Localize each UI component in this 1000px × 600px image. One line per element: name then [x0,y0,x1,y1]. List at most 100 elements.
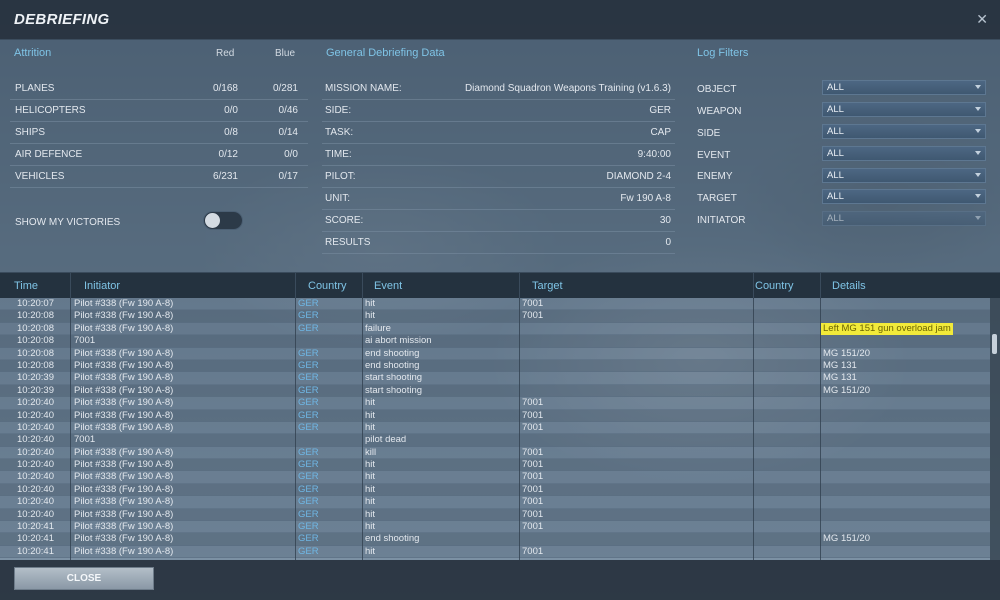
attrition-blue-header: Blue [275,48,296,59]
log-row[interactable]: 10:20:39 Pilot #338 (Fw 190 A-8) GER start … [0,384,990,398]
general-label: PILOT: [325,171,356,182]
log-row[interactable]: 10:20:40 Pilot #338 (Fw 190 A-8) GER hit 700… [0,471,990,484]
log-cell-initiator: Pilot #338 (Fw 190 A-8) [74,533,174,545]
column-header-target-country[interactable]: Country [755,280,794,292]
general-value: 9:40:00 [637,149,671,160]
filter-select-side[interactable]: ALL [822,124,986,139]
general-value: GER [649,105,671,116]
log-cell-time: 10:20:41 [17,533,54,545]
log-cell-details: MG 131 [823,359,857,371]
column-header-country[interactable]: Country [308,280,347,292]
log-row[interactable]: 10:20:40 Pilot #338 (Fw 190 A-8) GER hit 700… [0,409,990,422]
log-row[interactable]: 10:20:08 Pilot #338 (Fw 190 A-8) GER end sh… [0,347,990,360]
log-cell-details: MG 151/20 [823,347,870,359]
log-row[interactable]: 10:20:40 Pilot #338 (Fw 190 A-8) GER hit 700… [0,397,990,410]
column-header-time[interactable]: Time [14,280,38,292]
attrition-blue-value: 0/17 [278,171,298,182]
general-heading: General Debriefing Data [326,47,445,59]
attrition-blue-value: 0/46 [278,105,298,116]
filter-label-enemy: ENEMY [697,171,733,182]
log-cell-target: 7001 [522,446,544,458]
log-row[interactable]: 10:20:40 7001 pilot dead [0,434,990,447]
column-divider [70,273,71,299]
filter-select-enemy[interactable]: ALL [822,168,986,183]
log-cell-time: 10:20:08 [17,310,54,322]
filter-select-event[interactable]: ALL [822,146,986,161]
filter-label-weapon: WEAPON [697,106,742,117]
log-cell-target: 7001 [522,409,544,421]
column-header-initiator[interactable]: Initiator [84,280,120,292]
column-divider [820,273,821,299]
log-cell-country: GER [298,545,319,557]
log-cell-initiator: Pilot #338 (Fw 190 A-8) [74,384,174,396]
log-cell-initiator: Pilot #338 (Fw 190 A-8) [74,459,174,471]
log-cell-country: GER [298,471,319,483]
title-bar: DEBRIEFING ✕ [0,0,1000,40]
log-row[interactable]: 10:20:40 Pilot #338 (Fw 190 A-8) GER hit 700… [0,421,990,435]
close-icon[interactable]: ✕ [976,11,988,28]
chevron-down-icon [975,216,981,220]
log-row[interactable]: 10:20:39 Pilot #338 (Fw 190 A-8) GER start … [0,372,990,385]
log-cell-country: GER [298,508,319,520]
general-row-task: TASK: CAP [322,122,675,144]
log-cell-time: 10:20:39 [17,372,54,384]
column-header-details[interactable]: Details [832,280,866,292]
log-cell-target: 7001 [522,521,544,533]
log-row[interactable]: 10:20:41 Pilot #338 (Fw 190 A-8) GER hit 700… [0,545,990,559]
log-cell-event: start shooting [365,372,423,384]
log-cell-initiator: 7001 [74,335,96,347]
log-cell-target: 7001 [522,421,544,433]
show-victories-toggle[interactable] [203,211,243,230]
log-table-body[interactable]: 10:20:07 Pilot #338 (Fw 190 A-8) GER hit 700… [0,298,990,560]
filter-value: ALL [827,148,844,159]
log-cell-initiator: Pilot #338 (Fw 190 A-8) [74,421,174,433]
column-divider [295,298,296,560]
general-row-pilot: PILOT: DIAMOND 2-4 [322,166,675,188]
log-scrollbar[interactable] [990,298,1000,560]
log-cell-target: 7001 [522,483,544,495]
column-divider [362,298,363,560]
log-cell-target: 7001 [522,298,544,309]
log-row[interactable]: 10:20:07 Pilot #338 (Fw 190 A-8) GER hit 700… [0,298,990,311]
general-label: SIDE: [325,105,352,116]
attrition-label: SHIPS [15,127,46,138]
log-cell-event: hit [365,471,376,483]
log-cell-event: hit [365,421,376,433]
filter-select-initiator[interactable]: ALL [822,211,986,226]
log-row[interactable]: 10:20:41 Pilot #338 (Fw 190 A-8) GER end sh… [0,533,990,546]
log-row[interactable]: 10:20:40 Pilot #338 (Fw 190 A-8) GER hit 700… [0,496,990,509]
log-cell-time: 10:20:40 [17,483,54,495]
log-cell-country: GER [298,483,319,495]
log-cell-country: GER [298,409,319,421]
log-row[interactable]: 10:20:41 Pilot #338 (Fw 190 A-8) GER hit 700… [0,521,990,534]
filter-select-target[interactable]: ALL [822,189,986,204]
filter-label-event: EVENT [697,150,731,161]
log-row[interactable]: 10:20:08 Pilot #338 (Fw 190 A-8) GER hit 700… [0,310,990,323]
log-cell-time: 10:20:40 [17,397,54,409]
close-button[interactable]: CLOSE [14,567,154,590]
log-row[interactable]: 10:20:08 7001 ai abort mission [0,335,990,348]
log-cell-details: MG 151/20 [823,533,870,545]
log-row[interactable]: 10:20:40 Pilot #338 (Fw 190 A-8) GER kill 70… [0,446,990,460]
log-cell-time: 10:20:40 [17,409,54,421]
column-header-target[interactable]: Target [532,280,563,292]
log-row[interactable]: 10:20:40 Pilot #338 (Fw 190 A-8) GER hit 700… [0,508,990,522]
scrollbar-thumb[interactable] [992,334,997,354]
log-row[interactable]: 10:20:40 Pilot #338 (Fw 190 A-8) GER hit 700… [0,483,990,497]
log-row[interactable]: 10:20:08 Pilot #338 (Fw 190 A-8) GER end sh… [0,359,990,373]
column-divider [753,273,754,299]
filter-label-target: TARGET [697,193,737,204]
log-cell-country: GER [298,421,319,433]
column-header-event[interactable]: Event [374,280,402,292]
filter-label-initiator: INITIATOR [697,215,746,226]
column-divider [519,273,520,299]
filter-select-weapon[interactable]: ALL [822,102,986,117]
attrition-blue-value: 0/281 [272,83,298,94]
general-row-mission-name: MISSION NAME: Diamond Squadron Weapons T… [322,78,675,100]
chevron-down-icon [975,85,981,89]
log-row[interactable]: 10:20:40 Pilot #338 (Fw 190 A-8) GER hit 700… [0,459,990,472]
log-row[interactable]: 10:20:08 Pilot #338 (Fw 190 A-8) GER failur… [0,322,990,336]
general-row-unit: UNIT: Fw 190 A-8 [322,188,675,210]
attrition-label: PLANES [15,83,55,94]
filter-select-object[interactable]: ALL [822,80,986,95]
